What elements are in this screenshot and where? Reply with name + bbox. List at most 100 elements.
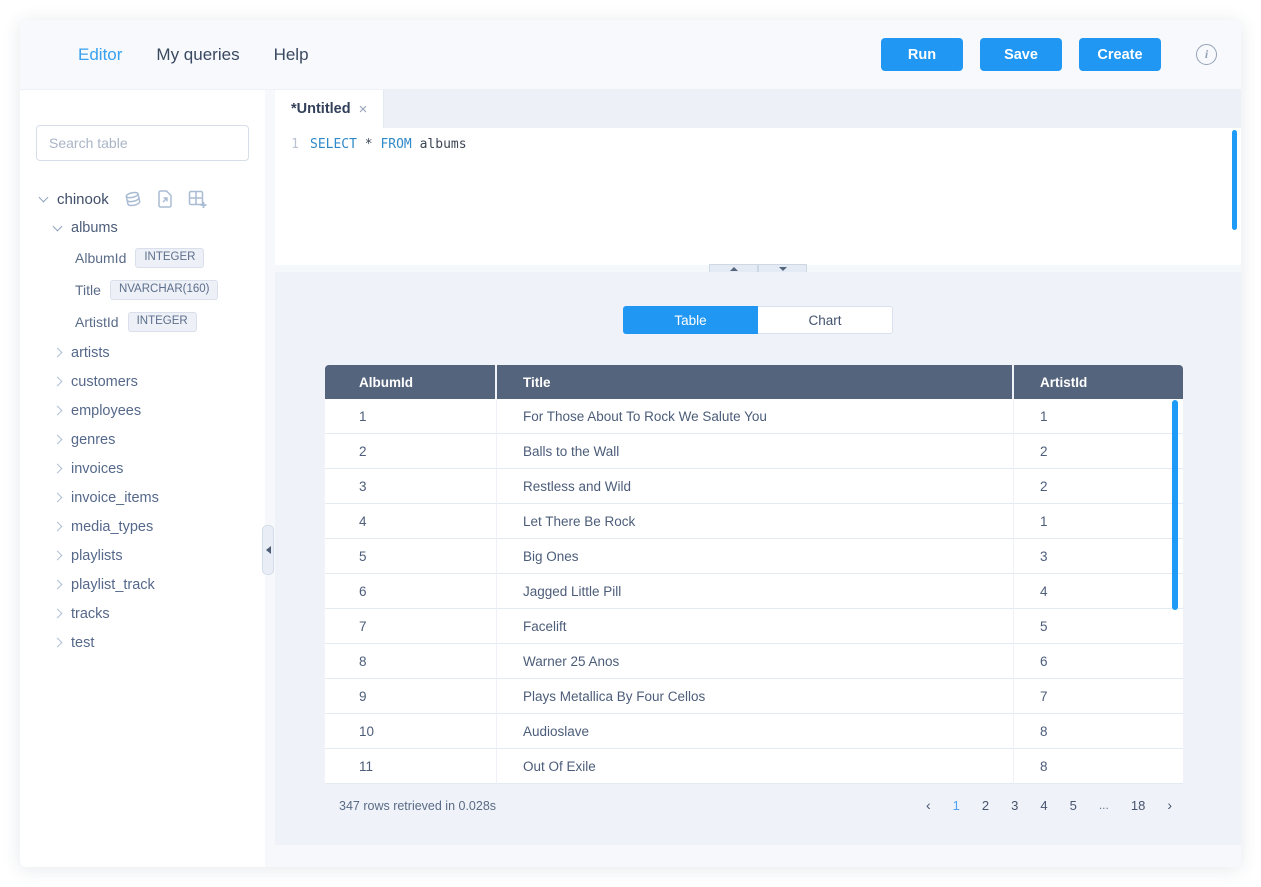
table-cell[interactable]: 5 (1014, 609, 1183, 644)
chevron-right-icon[interactable] (53, 609, 63, 619)
column-row-title[interactable]: TitleNVARCHAR(160) (75, 274, 249, 306)
chevron-right-icon[interactable] (53, 551, 63, 561)
table-row: 11Out Of Exile8 (325, 749, 1183, 784)
create-button[interactable]: Create (1079, 38, 1161, 71)
table-cell[interactable]: 11 (325, 749, 497, 784)
prev-page-icon[interactable]: ‹ (926, 797, 931, 813)
table-cell[interactable]: 10 (325, 714, 497, 749)
export-file-icon[interactable] (157, 190, 173, 208)
table-cell[interactable]: 6 (325, 574, 497, 609)
add-table-icon[interactable] (188, 190, 207, 208)
tab-chart[interactable]: Chart (758, 306, 893, 334)
table-cell[interactable]: For Those About To Rock We Salute You (497, 399, 1014, 434)
table-cell[interactable]: 4 (325, 504, 497, 539)
table-cell[interactable]: 4 (1014, 574, 1183, 609)
table-cell[interactable]: 9 (325, 679, 497, 714)
database-icon[interactable] (124, 191, 142, 208)
column-row-albumid[interactable]: AlbumIdINTEGER (75, 242, 249, 274)
editor-scrollbar[interactable] (1232, 130, 1237, 230)
tab-table[interactable]: Table (623, 306, 758, 334)
pagination-page-4[interactable]: 4 (1040, 798, 1047, 813)
chevron-down-icon[interactable] (39, 193, 49, 203)
sidebar-item-tracks[interactable]: tracks (54, 599, 249, 628)
table-cell[interactable]: Jagged Little Pill (497, 574, 1014, 609)
close-icon[interactable]: × (359, 101, 368, 118)
table-cell[interactable]: Balls to the Wall (497, 434, 1014, 469)
table-cell[interactable]: 2 (1014, 469, 1183, 504)
table-cell[interactable]: 1 (325, 399, 497, 434)
table-cell[interactable]: Audioslave (497, 714, 1014, 749)
run-button[interactable]: Run (881, 38, 963, 71)
sidebar-item-albums[interactable]: albums (54, 214, 249, 242)
results-scrollbar[interactable] (1172, 400, 1178, 610)
pagination-page-1[interactable]: 1 (953, 798, 960, 813)
sidebar-collapse-handle[interactable] (262, 525, 274, 575)
table-cell[interactable]: 3 (1014, 539, 1183, 574)
table-row: 8Warner 25 Anos6 (325, 644, 1183, 679)
column-header-albumid[interactable]: AlbumId (325, 365, 497, 399)
table-cell[interactable]: 1 (1014, 504, 1183, 539)
sidebar-item-database[interactable]: chinook (40, 187, 249, 211)
table-cell[interactable]: 8 (1014, 714, 1183, 749)
table-cell[interactable]: Facelift (497, 609, 1014, 644)
table-cell[interactable]: 7 (325, 609, 497, 644)
chevron-right-icon[interactable] (53, 406, 63, 416)
chevron-right-icon[interactable] (53, 493, 63, 503)
nav-link-editor[interactable]: Editor (78, 45, 122, 65)
table-cell[interactable]: 5 (325, 539, 497, 574)
table-cell[interactable]: 8 (1014, 749, 1183, 784)
next-page-icon[interactable]: › (1167, 797, 1172, 813)
sidebar-item-invoices[interactable]: invoices (54, 454, 249, 483)
tab-untitled[interactable]: *Untitled × (275, 90, 384, 128)
chevron-right-icon[interactable] (53, 348, 63, 358)
table-row: 7Facelift5 (325, 609, 1183, 644)
pagination-page-3[interactable]: 3 (1011, 798, 1018, 813)
nav-link-my-queries[interactable]: My queries (156, 45, 239, 65)
chevron-right-icon[interactable] (53, 435, 63, 445)
chevron-down-icon[interactable] (53, 222, 63, 232)
info-icon[interactable]: i (1196, 44, 1217, 65)
table-cell[interactable]: Out Of Exile (497, 749, 1014, 784)
table-cell[interactable]: 8 (325, 644, 497, 679)
nav-link-help[interactable]: Help (274, 45, 309, 65)
sidebar-item-media_types[interactable]: media_types (54, 512, 249, 541)
sidebar-item-customers[interactable]: customers (54, 367, 249, 396)
database-actions (124, 190, 207, 208)
chevron-right-icon[interactable] (53, 377, 63, 387)
table-cell[interactable]: 3 (325, 469, 497, 504)
table-cell[interactable]: Big Ones (497, 539, 1014, 574)
table-cell[interactable]: 2 (1014, 434, 1183, 469)
table-cell[interactable]: 6 (1014, 644, 1183, 679)
pagination-page-18[interactable]: 18 (1131, 798, 1145, 813)
search-input[interactable] (36, 125, 249, 161)
sidebar-item-artists[interactable]: artists (54, 338, 249, 367)
pane-splitter[interactable] (275, 265, 1241, 272)
sql-editor[interactable]: 1 SELECT * FROM albums (275, 128, 1241, 265)
sidebar-item-genres[interactable]: genres (54, 425, 249, 454)
table-cell[interactable]: 7 (1014, 679, 1183, 714)
nav-actions: Run Save Create i (881, 38, 1217, 71)
pagination-page-5[interactable]: 5 (1070, 798, 1077, 813)
table-cell[interactable]: 2 (325, 434, 497, 469)
chevron-right-icon[interactable] (53, 638, 63, 648)
table-cell[interactable]: Restless and Wild (497, 469, 1014, 504)
sidebar-item-test[interactable]: test (54, 628, 249, 657)
column-header-title[interactable]: Title (497, 365, 1014, 399)
column-header-artistid[interactable]: ArtistId (1014, 365, 1183, 399)
column-row-artistid[interactable]: ArtistIdINTEGER (75, 306, 249, 338)
save-button[interactable]: Save (980, 38, 1062, 71)
table-name: invoices (71, 461, 123, 477)
pagination-page-2[interactable]: 2 (982, 798, 989, 813)
table-cell[interactable]: Warner 25 Anos (497, 644, 1014, 679)
sidebar-item-playlist_track[interactable]: playlist_track (54, 570, 249, 599)
bottom-strip (275, 845, 1241, 867)
table-cell[interactable]: 1 (1014, 399, 1183, 434)
sidebar-item-invoice_items[interactable]: invoice_items (54, 483, 249, 512)
sidebar-item-playlists[interactable]: playlists (54, 541, 249, 570)
table-cell[interactable]: Plays Metallica By Four Cellos (497, 679, 1014, 714)
chevron-right-icon[interactable] (53, 522, 63, 532)
chevron-right-icon[interactable] (53, 464, 63, 474)
table-cell[interactable]: Let There Be Rock (497, 504, 1014, 539)
sidebar-item-employees[interactable]: employees (54, 396, 249, 425)
chevron-right-icon[interactable] (53, 580, 63, 590)
